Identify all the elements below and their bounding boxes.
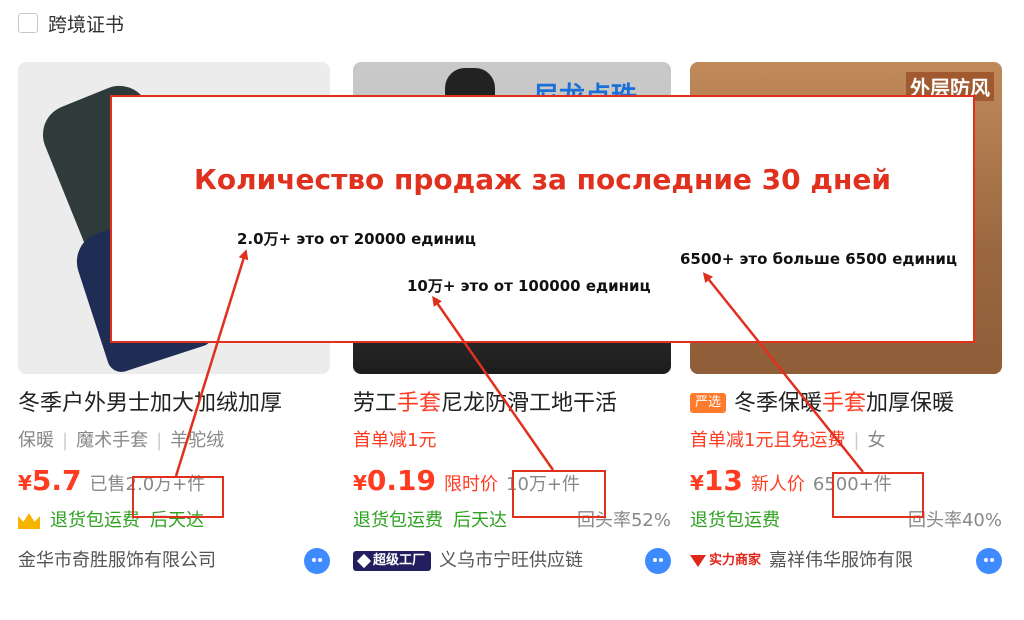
- shop-name[interactable]: 义乌市宁旺供应链: [439, 546, 583, 576]
- product-title[interactable]: 冬季户外男士加大加绒加厚: [18, 388, 330, 420]
- chat-icon[interactable]: [645, 548, 671, 574]
- highlight-box-2: [512, 470, 606, 518]
- price: ¥5.7: [18, 464, 82, 497]
- strength-merchant-badge: 实力商家: [690, 546, 761, 576]
- yanxuan-badge: 严选: [690, 393, 727, 413]
- shop-name[interactable]: 金华市奇胜服饰有限公司: [18, 546, 216, 576]
- filter-label: 跨境证书: [48, 13, 125, 36]
- shop-name[interactable]: 嘉祥伟华服饰有限: [769, 546, 913, 576]
- super-factory-badge: 超级工厂: [353, 551, 432, 571]
- annotation-overlay: Количество продаж за последние 30 дней: [110, 95, 975, 343]
- annotation-title: Количество продаж за последние 30 дней: [194, 163, 891, 196]
- price-note: 限时价: [444, 474, 499, 495]
- promo-text: 首单减1元: [353, 430, 437, 451]
- promo-text: 首单减1元且免运费 | 女: [690, 430, 886, 451]
- crown-icon: [18, 513, 40, 529]
- annotation-note-3: 6500+ это больше 6500 единиц: [680, 250, 957, 268]
- diamond-icon: [356, 553, 372, 569]
- filter-cross-border-cert[interactable]: 跨境证书: [18, 10, 124, 36]
- shop-row[interactable]: 金华市奇胜服饰有限公司: [18, 546, 330, 576]
- shop-row[interactable]: 实力商家 嘉祥伟华服饰有限: [690, 546, 1002, 576]
- highlight-box-1: [132, 476, 224, 518]
- checkbox[interactable]: [18, 13, 38, 33]
- highlight-box-3: [832, 472, 924, 518]
- price-note: 新人价: [750, 474, 805, 495]
- product-title[interactable]: 严选 冬季保暖手套加厚保暖: [690, 388, 1002, 420]
- annotation-note-2: 10万+ это от 100000 единиц: [407, 277, 651, 295]
- chat-icon[interactable]: [976, 548, 1002, 574]
- annotation-note-1: 2.0万+ это от 20000 единиц: [237, 230, 476, 248]
- chat-icon[interactable]: [304, 548, 330, 574]
- product-tags: 保暖 | 魔术手套 | 羊驼绒: [18, 430, 225, 451]
- product-title[interactable]: 劳工手套尼龙防滑工地干活: [353, 388, 671, 420]
- shield-icon: [690, 555, 706, 567]
- price: ¥13: [690, 464, 743, 497]
- price: ¥0.19: [353, 464, 437, 497]
- shop-row[interactable]: 超级工厂 义乌市宁旺供应链: [353, 546, 671, 576]
